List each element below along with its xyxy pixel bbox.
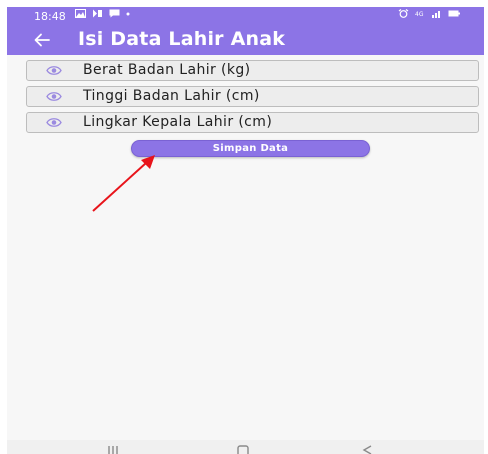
dot-icon [126, 12, 130, 15]
svg-text:4G: 4G [415, 11, 424, 18]
birth-height-field[interactable]: Tinggi Badan Lahir (cm) [26, 86, 479, 107]
eye-icon [46, 92, 62, 101]
recents-icon[interactable] [107, 446, 119, 454]
network-icon: 4G [415, 11, 424, 18]
message-icon [109, 9, 120, 18]
arrow-left-icon[interactable] [31, 29, 53, 51]
head-circumference-field[interactable]: Lingkar Kepala Lahir (cm) [26, 112, 479, 133]
save-button[interactable]: Simpan Data [131, 140, 370, 157]
home-icon[interactable] [237, 445, 249, 454]
eye-icon [46, 66, 62, 75]
status-right-icons: 4G [398, 9, 460, 18]
navigation-bar [7, 440, 484, 454]
gallery-icon [75, 9, 86, 18]
field-label: Lingkar Kepala Lahir (cm) [83, 114, 273, 130]
back-icon[interactable] [362, 445, 372, 454]
status-left-icons [75, 9, 130, 18]
battery-icon [448, 10, 460, 17]
phone-screen: 18:48 4G Isi Data Lahir Anak Berat Badan… [7, 7, 484, 454]
alarm-icon [398, 9, 409, 18]
page-title: Isi Data Lahir Anak [78, 28, 286, 50]
status-bar: 18:48 4G [7, 7, 484, 26]
field-label: Tinggi Badan Lahir (cm) [83, 88, 260, 104]
status-time: 18:48 [34, 10, 66, 23]
play-icon [93, 9, 102, 18]
birth-weight-field[interactable]: Berat Badan Lahir (kg) [26, 60, 479, 81]
signal-icon [432, 11, 440, 18]
app-bar: Isi Data Lahir Anak [7, 26, 484, 55]
eye-icon [46, 118, 62, 127]
field-label: Berat Badan Lahir (kg) [83, 62, 251, 78]
